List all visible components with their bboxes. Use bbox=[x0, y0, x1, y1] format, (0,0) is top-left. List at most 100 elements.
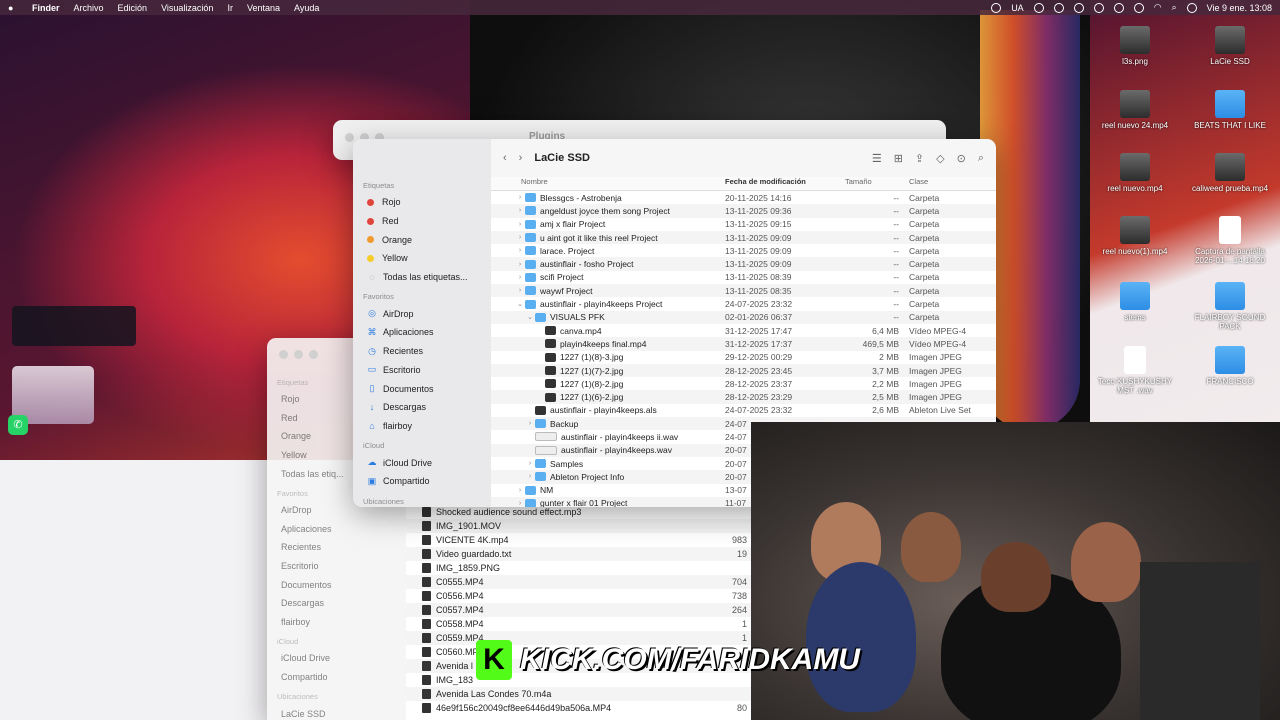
sidebar-tag[interactable]: Yellow bbox=[353, 249, 491, 268]
status-icon[interactable] bbox=[1133, 2, 1144, 13]
table-row[interactable]: › larace. Project 13-11-2025 09:09 -- Carpet… bbox=[491, 244, 996, 257]
list-item[interactable]: IMG_1901.MOV bbox=[406, 519, 751, 533]
play-icon[interactable] bbox=[1093, 2, 1104, 13]
table-row[interactable]: › waywf Project 13-11-2025 08:35 -- Carpeta bbox=[491, 284, 996, 298]
desktop-icon-thumb[interactable]: reel nuevo(1).mp4 bbox=[1090, 216, 1180, 256]
list-item[interactable]: C0557.MP4 264 bbox=[406, 603, 751, 617]
column-name[interactable]: Nombre bbox=[491, 177, 725, 190]
table-row[interactable]: playin4keeps final.mp4 31-12-2025 17:37 46… bbox=[491, 337, 996, 351]
list-view-icon[interactable]: ☰ bbox=[872, 152, 882, 165]
disclosure-chevron-icon[interactable]: › bbox=[515, 500, 525, 507]
status-icon[interactable] bbox=[991, 2, 1002, 13]
table-row[interactable]: 1227 (1)(7)-2.jpg 28-12-2025 23:45 3,7 MB I… bbox=[491, 363, 996, 378]
table-row[interactable]: 1227 (1)(8)-2.jpg 28-12-2025 23:37 2,2 MB I… bbox=[491, 377, 996, 390]
forward-arrow-icon[interactable]: › bbox=[519, 152, 523, 164]
desktop-icon-folder[interactable]: FRANCISCO bbox=[1185, 346, 1275, 386]
sidebar-item[interactable]: ▣ Compartido bbox=[353, 472, 491, 491]
sidebar-item[interactable]: ◎ AirDrop bbox=[353, 304, 491, 323]
sidebar-tag[interactable]: Orange bbox=[353, 230, 491, 249]
disclosure-chevron-icon[interactable]: ⌄ bbox=[515, 300, 525, 308]
disclosure-chevron-icon[interactable]: › bbox=[515, 247, 525, 254]
desktop-icon-folder[interactable]: BEATS THAT I LIKE bbox=[1185, 90, 1275, 130]
table-row[interactable]: › Blessgcs - Astrobenja 20-11-2025 14:16 --… bbox=[491, 191, 996, 204]
group-icon[interactable]: ⊞ bbox=[894, 152, 903, 165]
sidebar-item[interactable]: ▭ Escritorio bbox=[353, 361, 491, 380]
list-item[interactable]: VICENTE 4K.mp4 983 bbox=[406, 533, 751, 547]
menu-finder[interactable]: Finder bbox=[32, 3, 60, 13]
wifi-icon[interactable]: ◠ bbox=[1154, 2, 1162, 13]
disclosure-chevron-icon[interactable]: › bbox=[525, 460, 535, 467]
sidebar-item[interactable]: ☁ iCloud Drive bbox=[353, 453, 491, 472]
table-row[interactable]: › amj x flair Project 13-11-2025 09:15 -- Ca… bbox=[491, 218, 996, 231]
desktop-icon-thumb[interactable]: reel nuevo 24.mp4 bbox=[1090, 90, 1180, 130]
vpn-icon[interactable] bbox=[1033, 2, 1044, 13]
list-item[interactable]: C0558.MP4 1 bbox=[406, 617, 751, 631]
status-icon[interactable] bbox=[1053, 2, 1064, 13]
menu-ventana[interactable]: Ventana bbox=[247, 3, 280, 13]
list-item[interactable]: 46e9f156c20049cf8ee6446d49ba506a.MP4 80 bbox=[406, 701, 751, 715]
desktop-icon-thumb[interactable]: reel nuevo.mp4 bbox=[1090, 153, 1180, 193]
disclosure-chevron-icon[interactable]: › bbox=[515, 487, 525, 494]
sidebar-item[interactable]: ⌂ flairboy bbox=[353, 417, 491, 436]
list-item[interactable]: Video guardado.txt 19 bbox=[406, 547, 751, 561]
table-row[interactable]: 1227 (1)(8)-3.jpg 29-12-2025 00:29 2 MB Ima… bbox=[491, 351, 996, 364]
share-icon[interactable]: ⇪ bbox=[915, 152, 924, 165]
desktop-icon-folder[interactable]: FLAIRBOY SOUND PACK bbox=[1185, 282, 1275, 331]
table-row[interactable]: canva.mp4 31-12-2025 17:47 6,4 MB Vídeo MPE… bbox=[491, 324, 996, 337]
status-icon[interactable] bbox=[1113, 2, 1124, 13]
input-source-indicator[interactable]: UA bbox=[1011, 3, 1024, 13]
search-icon[interactable]: ⌕ bbox=[1172, 2, 1177, 13]
table-row[interactable]: ⌄ austinflair - playin4keeps Project 24-07… bbox=[491, 297, 996, 310]
sidebar-tag[interactable]: Red bbox=[353, 212, 491, 231]
sidebar-item[interactable]: ◷ Recientes bbox=[353, 342, 491, 361]
list-item[interactable]: C0555.MP4 704 bbox=[406, 575, 751, 589]
table-row[interactable]: austinflair - playin4keeps.als 24-07-2025… bbox=[491, 404, 996, 417]
menu-visualizacion[interactable]: Visualización bbox=[161, 3, 213, 13]
table-row[interactable]: › austinflair - fosho Project 13-11-2025 0… bbox=[491, 257, 996, 271]
list-item[interactable]: IMG_1859.PNG bbox=[406, 561, 751, 575]
menu-ir[interactable]: Ir bbox=[227, 3, 233, 13]
desktop-icon-thumb[interactable]: l3s.png bbox=[1090, 26, 1180, 66]
disclosure-chevron-icon[interactable]: › bbox=[515, 207, 525, 214]
list-item[interactable]: Shocked audience sound effect.mp3 bbox=[406, 505, 751, 519]
clock[interactable]: Vie 9 ene. 13:08 bbox=[1207, 3, 1272, 13]
disclosure-chevron-icon[interactable]: › bbox=[525, 473, 535, 480]
desktop-icon-doc[interactable]: Teco KUSHYKUSHY MST .wav bbox=[1090, 346, 1180, 395]
column-date[interactable]: Fecha de modificación bbox=[725, 177, 845, 190]
apple-menu-icon[interactable]: ● bbox=[8, 3, 18, 13]
sidebar-item[interactable]: ↓ Descargas bbox=[353, 398, 491, 417]
sidebar-item[interactable]: ▯ Documentos bbox=[353, 379, 491, 398]
table-row[interactable]: 1227 (1)(6)-2.jpg 28-12-2025 23:29 2,5 MB I… bbox=[491, 390, 996, 404]
sidebar-all-tags[interactable]: ◌ Todas las etiquetas... bbox=[353, 268, 491, 287]
desktop-icon-drive[interactable]: LaCie SSD bbox=[1185, 26, 1275, 66]
disclosure-chevron-icon[interactable]: ⌄ bbox=[525, 313, 535, 321]
sidebar-tag[interactable]: Rojo bbox=[353, 193, 491, 212]
table-row[interactable]: › angeldust joyce them song Project 13-11-… bbox=[491, 204, 996, 218]
back-arrow-icon[interactable]: ‹ bbox=[503, 152, 507, 164]
table-row[interactable]: ⌄ VISUALS PFK 02-01-2026 06:37 -- Carpeta bbox=[491, 310, 996, 324]
menu-ayuda[interactable]: Ayuda bbox=[294, 3, 319, 13]
tag-icon[interactable]: ◇ bbox=[936, 152, 944, 165]
column-size[interactable]: Tamaño bbox=[845, 177, 909, 190]
table-row[interactable]: › scifi Project 13-11-2025 08:39 -- Carpeta bbox=[491, 271, 996, 284]
menu-edicion[interactable]: Edición bbox=[118, 3, 148, 13]
disclosure-chevron-icon[interactable]: › bbox=[515, 221, 525, 228]
desktop-icon-doc[interactable]: Captura de pantalla 2026-01-...14.18.20 bbox=[1185, 216, 1275, 265]
control-center-icon[interactable] bbox=[1186, 2, 1197, 13]
sidebar-item[interactable]: ⌘ Aplicaciones bbox=[353, 323, 491, 342]
status-icon[interactable] bbox=[1073, 2, 1084, 13]
search-icon[interactable]: ⌕ bbox=[978, 152, 984, 165]
disclosure-chevron-icon[interactable]: › bbox=[515, 274, 525, 281]
disclosure-chevron-icon[interactable]: › bbox=[515, 261, 525, 268]
column-kind[interactable]: Clase bbox=[909, 177, 928, 190]
disclosure-chevron-icon[interactable]: › bbox=[515, 287, 525, 294]
list-item[interactable]: Avenida Las Condes 70.m4a bbox=[406, 687, 751, 701]
menu-archivo[interactable]: Archivo bbox=[74, 3, 104, 13]
disclosure-chevron-icon[interactable]: › bbox=[515, 194, 525, 201]
desktop-icon-thumb[interactable]: caliweed prueba.mp4 bbox=[1185, 153, 1275, 193]
desktop-icon-folder[interactable]: stems bbox=[1090, 282, 1180, 322]
more-icon[interactable]: ⊙ bbox=[957, 152, 966, 165]
disclosure-chevron-icon[interactable]: › bbox=[515, 234, 525, 241]
disclosure-chevron-icon[interactable]: › bbox=[525, 420, 535, 427]
whatsapp-icon[interactable]: ✆ bbox=[8, 415, 28, 435]
